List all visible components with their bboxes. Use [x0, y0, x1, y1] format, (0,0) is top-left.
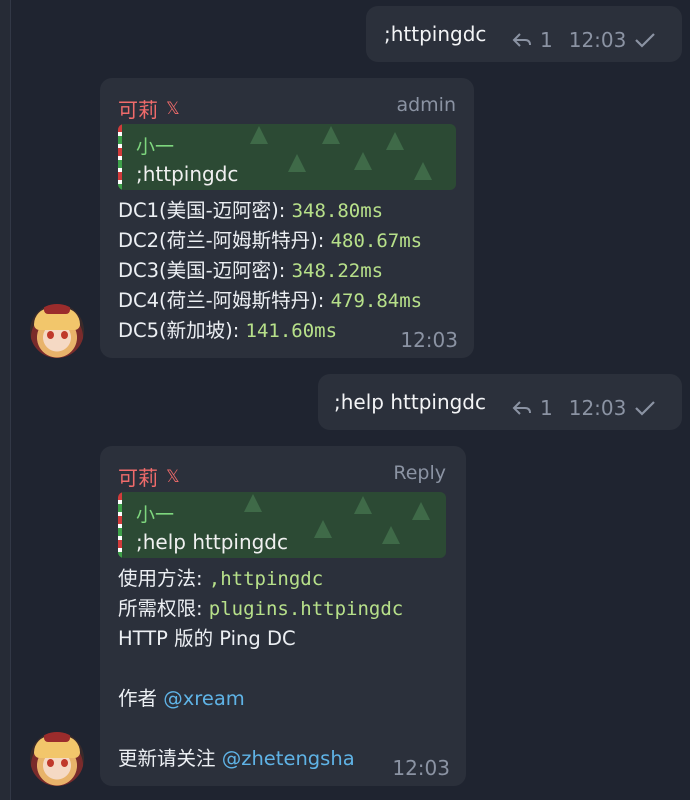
result-line: DC1(美国-迈阿密): 348.80ms	[118, 199, 384, 222]
usage-line: 使用方法: ,httpingdc	[118, 567, 324, 590]
x-badge-icon: 𝕏	[166, 466, 180, 487]
message-meta: 1 12:03	[512, 396, 656, 420]
quote-author: 小一	[136, 504, 175, 526]
message-text: ;httpingdc	[384, 22, 487, 46]
message-meta: 1 12:03	[512, 28, 656, 52]
result-line: DC3(美国-迈阿密): 348.22ms	[118, 259, 384, 282]
sender-role: admin	[396, 94, 456, 116]
message-body: 使用方法: ,httpingdc 所需权限: plugins.httpingdc…	[118, 564, 403, 774]
reply-count[interactable]: 1	[540, 28, 553, 52]
outgoing-message[interactable]: ;help httpingdc 1 12:03	[318, 374, 682, 430]
update-line: 更新请关注 @zhetengsha	[118, 747, 355, 770]
x-badge-icon: 𝕏	[166, 98, 180, 119]
permission-line: 所需权限: plugins.httpingdc	[118, 597, 404, 620]
message-time: 12:03	[568, 28, 627, 52]
author-line: 作者 @xream	[118, 687, 245, 710]
quote-text: ;help httpingdc	[136, 530, 289, 554]
outgoing-message[interactable]: ;httpingdc 1 12:03	[366, 6, 682, 62]
message-time: 12:03	[392, 756, 450, 780]
incoming-message[interactable]: 可莉 𝕏 admin 小一 ;httpingdc DC1(美国-迈阿密): 34…	[100, 78, 474, 358]
quote-author: 小一	[136, 136, 175, 158]
message-text: ;help httpingdc	[334, 390, 487, 414]
quote-text: ;httpingdc	[136, 162, 239, 186]
incoming-message[interactable]: 可莉 𝕏 Reply 小一 ;help httpingdc 使用方法: ,htt…	[100, 446, 466, 786]
description-line: HTTP 版的 Ping DC	[118, 627, 296, 650]
result-line: DC4(荷兰-阿姆斯特丹): 479.84ms	[118, 289, 423, 312]
result-line: DC5(新加坡): 141.60ms	[118, 319, 338, 342]
reply-count[interactable]: 1	[540, 396, 553, 420]
reply-quote[interactable]: 小一 ;help httpingdc	[118, 492, 446, 558]
check-icon	[634, 32, 656, 48]
author-link[interactable]: @xream	[163, 687, 245, 710]
avatar[interactable]	[30, 732, 84, 786]
chat-list-edge	[0, 0, 11, 800]
reply-arrow-icon[interactable]	[512, 32, 532, 48]
message-time: 12:03	[568, 396, 627, 420]
check-icon	[634, 400, 656, 416]
sender-name[interactable]: 可莉 𝕏	[118, 462, 180, 491]
result-line: DC2(荷兰-阿姆斯特丹): 480.67ms	[118, 229, 423, 252]
avatar[interactable]	[30, 304, 84, 358]
message-time: 12:03	[400, 328, 458, 352]
message-body: DC1(美国-迈阿密): 348.80ms DC2(荷兰-阿姆斯特丹): 480…	[118, 196, 422, 346]
reply-button[interactable]: Reply	[393, 462, 446, 484]
reply-arrow-icon[interactable]	[512, 400, 532, 416]
sender-name[interactable]: 可莉 𝕏	[118, 94, 180, 123]
update-link[interactable]: @zhetengsha	[222, 747, 355, 770]
reply-quote[interactable]: 小一 ;httpingdc	[118, 124, 456, 190]
